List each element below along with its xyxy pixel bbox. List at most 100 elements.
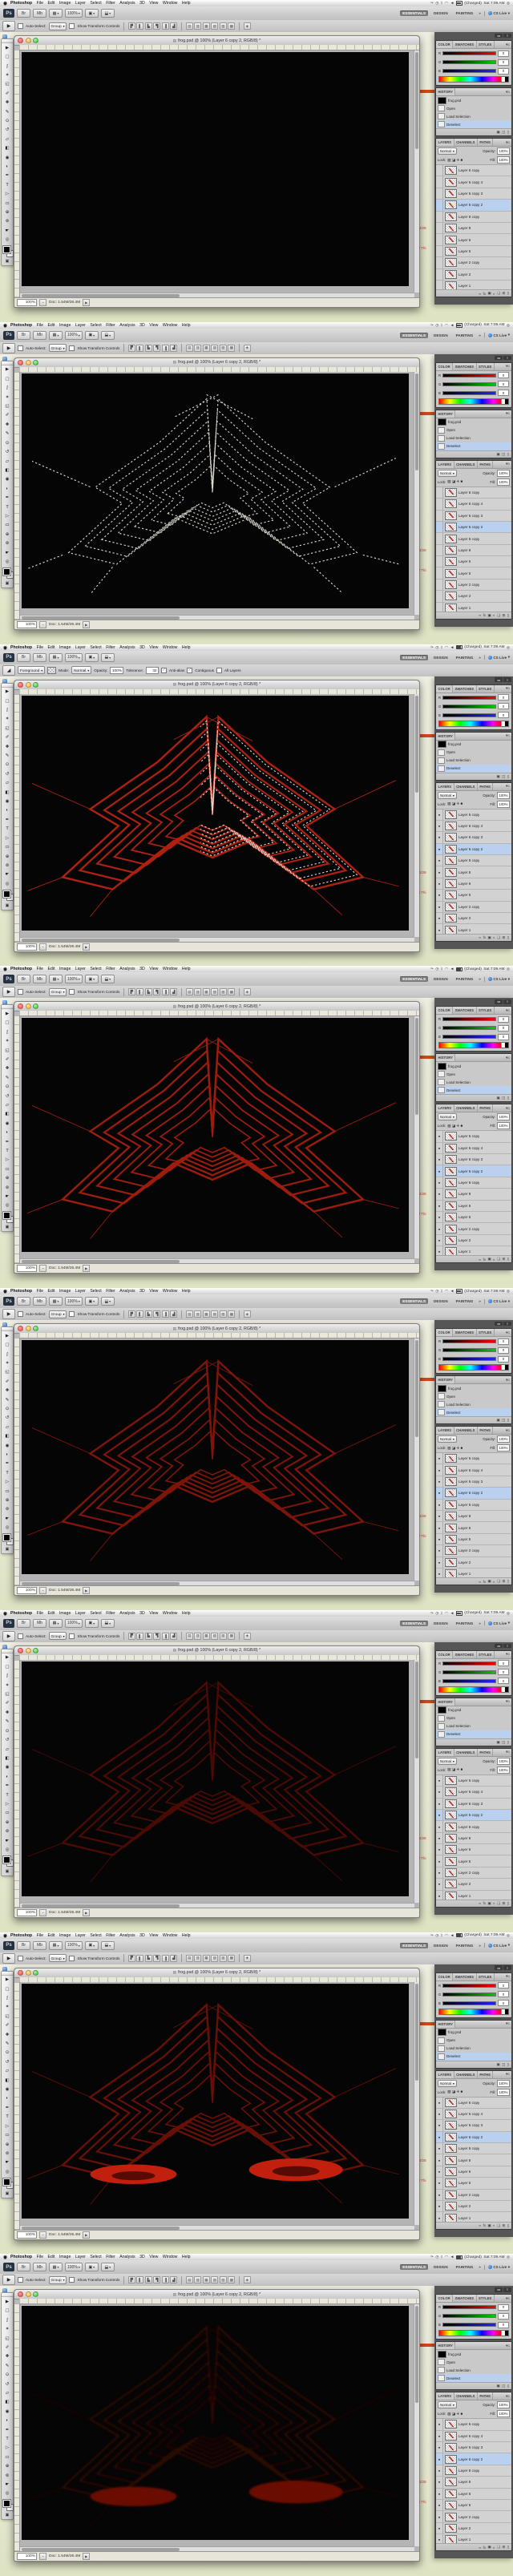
quick-mask-button[interactable]: ▣ (2, 1545, 13, 1553)
time-machine-icon[interactable]: ◷ (435, 2255, 438, 2259)
path-selection-tool[interactable]: ▷ (2, 834, 13, 842)
shape-tool[interactable]: ▭ (2, 1809, 13, 1818)
layer-mask-icon[interactable]: ▣ (487, 613, 491, 618)
history-panel-menu-icon[interactable]: ▾≡ (504, 2021, 511, 2028)
menu-3d[interactable]: 3D (139, 645, 145, 650)
distribute-top-edges-icon[interactable]: ▤ (186, 988, 193, 995)
layer-fill-field[interactable]: 100% (497, 801, 510, 808)
align-left-edges-icon[interactable]: ▜ (153, 1633, 160, 1640)
new-snapshot-icon[interactable]: ◫ (502, 1740, 505, 1745)
arrange-documents-button[interactable]: ▣▾ (85, 653, 99, 662)
menu-select[interactable]: Select (90, 1611, 101, 1616)
layer-visibility-toggle[interactable]: ● (436, 1799, 443, 1809)
close-button[interactable] (18, 360, 23, 365)
dock-menu-button[interactable]: ≡ (503, 999, 511, 1004)
brush-tool[interactable]: ✎ (2, 1073, 13, 1082)
layer-visibility-toggle[interactable]: ● (436, 1821, 443, 1831)
history-state-row[interactable]: Open (436, 2358, 511, 2366)
menu-3d[interactable]: 3D (139, 1, 145, 6)
layer-row[interactable]: ●Layer 6 copy 4 (436, 2109, 511, 2120)
lock-all-icon[interactable]: ■ (461, 479, 463, 484)
menu-file[interactable]: File (37, 2255, 43, 2259)
arrange-documents-button[interactable]: ▣▾ (85, 975, 99, 983)
distribute-top-edges-icon[interactable]: ▤ (186, 22, 193, 30)
quick-mask-button[interactable]: ▣ (2, 902, 13, 910)
layer-style-icon[interactable]: fx (483, 613, 486, 617)
dock-menu-button[interactable]: ≡ (503, 1965, 511, 1970)
layer-style-icon[interactable]: fx (483, 1901, 486, 1905)
eraser-tool[interactable]: ▱ (2, 1100, 13, 1109)
blend-mode-select[interactable]: Normal▾ (438, 147, 457, 155)
auto-select-group-select[interactable]: Group▾ (49, 1632, 67, 1640)
move-tool[interactable]: ▶ (2, 1653, 13, 1662)
adjustment-layer-icon[interactable]: ◐ (493, 1901, 495, 1905)
history-snapshot-row[interactable]: frog.psd (436, 96, 511, 104)
adjustment-layer-icon[interactable]: ◐ (493, 1580, 495, 1584)
menu-edit[interactable]: Edit (47, 645, 55, 650)
layer-visibility-toggle[interactable]: ● (436, 2500, 443, 2510)
layer-row[interactable]: ●Layer 8 (436, 1833, 511, 1844)
layer-opacity-field[interactable]: 100% (497, 1435, 510, 1443)
lock-transparency-icon[interactable]: ▨ (447, 801, 450, 806)
layer-opacity-field[interactable]: 100% (497, 2080, 510, 2087)
layer-visibility-toggle[interactable]: ● (436, 1522, 443, 1532)
vertical-scrollbar[interactable] (414, 50, 419, 293)
magic-wand-tool[interactable]: ✶ (2, 1036, 13, 1045)
status-options-arrow[interactable]: ▶ (83, 1909, 90, 1916)
auto-align-layers-button[interactable]: ◈ (244, 22, 251, 30)
color-spectrum-bar[interactable] (438, 1042, 509, 1048)
history-state-row[interactable]: Load Selection (436, 757, 511, 765)
menu-photoshop[interactable]: Photoshop (10, 2255, 32, 2259)
layer-row[interactable]: ●Layer 2 (436, 2201, 511, 2212)
collapse-panels-button[interactable]: ◂◂ (495, 356, 503, 361)
layer-visibility-toggle[interactable]: ● (436, 1201, 443, 1211)
layer-visibility-toggle[interactable]: ● (436, 1500, 443, 1510)
workspace-painting[interactable]: PAINTING (454, 1621, 476, 1626)
workspace-design[interactable]: DESIGN (431, 976, 450, 982)
new-layer-icon[interactable]: ⊞ (503, 935, 506, 940)
apple-menu-icon[interactable] (3, 323, 8, 328)
gradient-tool[interactable]: ◧ (2, 466, 13, 474)
tab-paths[interactable]: PATHS (478, 139, 494, 146)
type-tool[interactable]: T (2, 1791, 13, 1799)
pen-tool[interactable]: ✒ (2, 815, 13, 824)
close-button[interactable] (18, 682, 23, 688)
lock-pixels-icon[interactable]: ◪ (452, 801, 455, 806)
arrange-documents-button[interactable]: ▣▾ (85, 2263, 99, 2271)
dodge-tool[interactable]: ◐ (2, 2094, 13, 2103)
crop-tool[interactable]: ◱ (2, 724, 13, 733)
layer-row[interactable]: ●Layer 6 copy (436, 2419, 511, 2430)
history-state-row[interactable]: Deselect (436, 1086, 511, 1094)
layer-visibility-toggle[interactable]: ● (436, 1545, 443, 1556)
color-spectrum-bar[interactable] (438, 76, 509, 83)
layer-row[interactable]: ●Layer 6 copy (436, 2098, 511, 2109)
lock-transparency-icon[interactable]: ▨ (447, 2089, 450, 2094)
menu-window[interactable]: Window (163, 1933, 177, 1938)
spotlight-icon[interactable]: ◎ (507, 1933, 510, 1938)
menu-analysis[interactable]: Analysis (119, 1289, 135, 1294)
blur-tool[interactable]: ◉ (2, 797, 13, 806)
align-top-edges-icon[interactable]: ▛ (128, 1310, 135, 1318)
workspace-overflow-button[interactable]: » (479, 2265, 481, 2269)
align-vertical-centers-icon[interactable]: ▌ (136, 22, 143, 30)
healing-brush-tool[interactable]: ✚ (2, 742, 13, 751)
launch-mini-bridge-button[interactable]: Mb (33, 1297, 46, 1306)
layer-visibility-toggle[interactable]: ● (436, 2465, 443, 2476)
screen-mode-button[interactable]: ⬓▾ (101, 9, 115, 18)
align-top-edges-icon[interactable]: ▛ (128, 1633, 135, 1640)
lock-transparency-icon[interactable]: ▨ (447, 479, 450, 484)
channel-b-value[interactable]: 0 (498, 2000, 509, 2006)
history-state-row[interactable]: Open (436, 1070, 511, 1078)
tab-paths[interactable]: PATHS (478, 783, 494, 790)
launch-mini-bridge-button[interactable]: Mb (33, 331, 46, 340)
new-snapshot-icon[interactable]: ◫ (502, 774, 505, 779)
menu-3d[interactable]: 3D (139, 323, 145, 328)
layer-row[interactable]: ●Layer 2 copy (436, 1545, 511, 1557)
layer-visibility-toggle[interactable]: ● (436, 1511, 443, 1521)
layer-row[interactable]: ●Layer 6 copy 3 (436, 1476, 511, 1488)
distribute-left-edges-icon[interactable]: ▧ (211, 22, 218, 30)
eyedropper-tool[interactable]: ✐ (2, 1377, 13, 1386)
menu-analysis[interactable]: Analysis (119, 2255, 135, 2259)
distribute-bottom-edges-icon[interactable]: ▦ (203, 345, 210, 352)
layers-panel-menu-icon[interactable]: ▾≡ (504, 2071, 511, 2078)
